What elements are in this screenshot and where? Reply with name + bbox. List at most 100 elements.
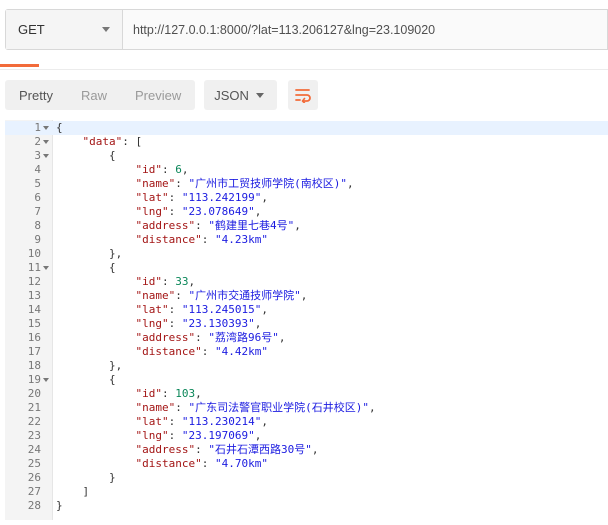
fold-toggle-icon[interactable] bbox=[43, 126, 49, 130]
json-punctuation: : bbox=[175, 177, 189, 190]
json-punctuation: : bbox=[175, 289, 189, 302]
json-key: "lat" bbox=[135, 191, 169, 204]
code-line: 18}, bbox=[5, 359, 608, 373]
json-key: "name" bbox=[135, 289, 176, 302]
json-punctuation: : bbox=[175, 401, 189, 414]
json-punctuation: , bbox=[195, 387, 202, 400]
line-number: 9 bbox=[34, 233, 41, 246]
json-key: "name" bbox=[135, 177, 176, 190]
code-text: "distance": "4.42km" bbox=[136, 345, 268, 359]
json-punctuation: , bbox=[294, 219, 301, 232]
fold-toggle-icon[interactable] bbox=[43, 154, 49, 158]
json-punctuation: : bbox=[195, 443, 209, 456]
line-number: 15 bbox=[27, 317, 41, 330]
view-preview-button[interactable]: Preview bbox=[121, 80, 195, 110]
line-number: 10 bbox=[27, 247, 41, 260]
json-string: "23.078649" bbox=[181, 205, 255, 218]
response-body-viewer[interactable]: 1{2 "data": [3{4 "id": 6, 5 "name": "广州市工贸技师… bbox=[5, 120, 608, 520]
code-text: "name": "广州市工贸技师学院(南校区)", bbox=[136, 177, 354, 191]
json-punctuation: , bbox=[261, 191, 268, 204]
json-key: "id" bbox=[135, 163, 163, 176]
line-number: 21 bbox=[27, 401, 41, 414]
code-text: "id": 33, bbox=[136, 275, 196, 289]
json-punctuation: , bbox=[347, 177, 354, 190]
json-punctuation: , bbox=[278, 331, 286, 344]
code-line: 8 "address": "鹤建里七巷4号", bbox=[5, 219, 608, 233]
json-punctuation: : bbox=[162, 387, 176, 400]
json-key: "lng" bbox=[135, 317, 169, 330]
chevron-down-icon bbox=[102, 27, 110, 32]
code-text: { bbox=[109, 149, 116, 163]
json-string: "23.197069" bbox=[181, 429, 255, 442]
json-key: "name" bbox=[135, 401, 176, 414]
json-string: "113.230214" bbox=[181, 415, 262, 428]
code-line: 28} bbox=[5, 499, 608, 513]
line-number: 26 bbox=[27, 471, 41, 484]
json-punctuation: : bbox=[168, 429, 182, 442]
json-punctuation: , bbox=[261, 303, 268, 316]
code-line: 26} bbox=[5, 471, 608, 485]
json-string: "4.70km" bbox=[214, 457, 268, 470]
code-line: 22 "lat": "113.230214", bbox=[5, 415, 608, 429]
code-line: 14 "lat": "113.245015", bbox=[5, 303, 608, 317]
code-line: 15 "lng": "23.130393", bbox=[5, 317, 608, 331]
line-number: 28 bbox=[27, 499, 41, 512]
json-punctuation: , bbox=[300, 289, 308, 302]
json-punctuation: : bbox=[201, 457, 215, 470]
line-number: 18 bbox=[27, 359, 41, 372]
code-text: "distance": "4.70km" bbox=[136, 457, 268, 471]
code-line: 6 "lat": "113.242199", bbox=[5, 191, 608, 205]
json-key: "address" bbox=[135, 443, 196, 456]
line-number: 1 bbox=[34, 121, 41, 134]
code-line: 20 "id": 103, bbox=[5, 387, 608, 401]
json-punctuation: : bbox=[162, 275, 176, 288]
wrap-lines-icon bbox=[295, 89, 312, 103]
code-line: 19 { bbox=[5, 373, 608, 387]
json-punctuation: }, bbox=[109, 359, 123, 372]
code-text: "name": "广州市交通技师学院", bbox=[136, 289, 308, 303]
url-input[interactable]: http://127.0.0.1:8000/?lat=113.206127&ln… bbox=[123, 10, 607, 49]
code-line: 4 "id": 6, bbox=[5, 163, 608, 177]
code-text: } bbox=[109, 471, 116, 485]
code-text: } bbox=[56, 499, 63, 513]
line-number: 8 bbox=[34, 219, 41, 232]
code-text: "lat": "113.245015", bbox=[136, 303, 268, 317]
json-punctuation: { bbox=[109, 373, 116, 386]
view-raw-button[interactable]: Raw bbox=[67, 80, 121, 110]
code-text: "lat": "113.230214", bbox=[136, 415, 268, 429]
code-text: ] bbox=[83, 485, 90, 499]
json-key: "distance" bbox=[135, 345, 202, 358]
fold-toggle-icon[interactable] bbox=[43, 378, 49, 382]
json-number: 33 bbox=[175, 275, 189, 288]
method-select[interactable]: GET bbox=[6, 10, 123, 49]
json-key: "lat" bbox=[135, 303, 169, 316]
code-line: 1{ bbox=[5, 121, 608, 135]
line-number: 6 bbox=[34, 191, 41, 204]
response-tab-strip bbox=[0, 64, 608, 70]
code-line: 2 "data": [ bbox=[5, 135, 608, 149]
code-text: "distance": "4.23km" bbox=[136, 233, 268, 247]
wrap-lines-button[interactable] bbox=[288, 80, 319, 110]
code-line: 16 "address": "荔湾路96号", bbox=[5, 331, 608, 345]
json-punctuation: { bbox=[56, 121, 63, 134]
json-key: "address" bbox=[135, 219, 196, 232]
code-line: 23 "lng": "23.197069", bbox=[5, 429, 608, 443]
code-line: 12 "id": 33, bbox=[5, 275, 608, 289]
view-pretty-button[interactable]: Pretty bbox=[5, 80, 67, 110]
code-text: "address": "石井石潭西路30号", bbox=[136, 443, 319, 457]
fold-toggle-icon[interactable] bbox=[43, 266, 49, 270]
line-number: 23 bbox=[27, 429, 41, 442]
code-text: "lng": "23.130393", bbox=[136, 317, 262, 331]
json-punctuation: , bbox=[261, 415, 268, 428]
line-number: 25 bbox=[27, 457, 41, 470]
line-number: 20 bbox=[27, 387, 41, 400]
format-select[interactable]: JSON bbox=[204, 80, 278, 110]
json-key: "id" bbox=[135, 275, 163, 288]
json-number: 103 bbox=[175, 387, 196, 400]
line-number: 3 bbox=[34, 149, 41, 162]
json-punctuation: , bbox=[188, 275, 196, 288]
fold-toggle-icon[interactable] bbox=[43, 140, 49, 144]
line-number: 11 bbox=[27, 261, 41, 274]
line-number: 27 bbox=[27, 485, 41, 498]
json-key: "lng" bbox=[135, 205, 169, 218]
